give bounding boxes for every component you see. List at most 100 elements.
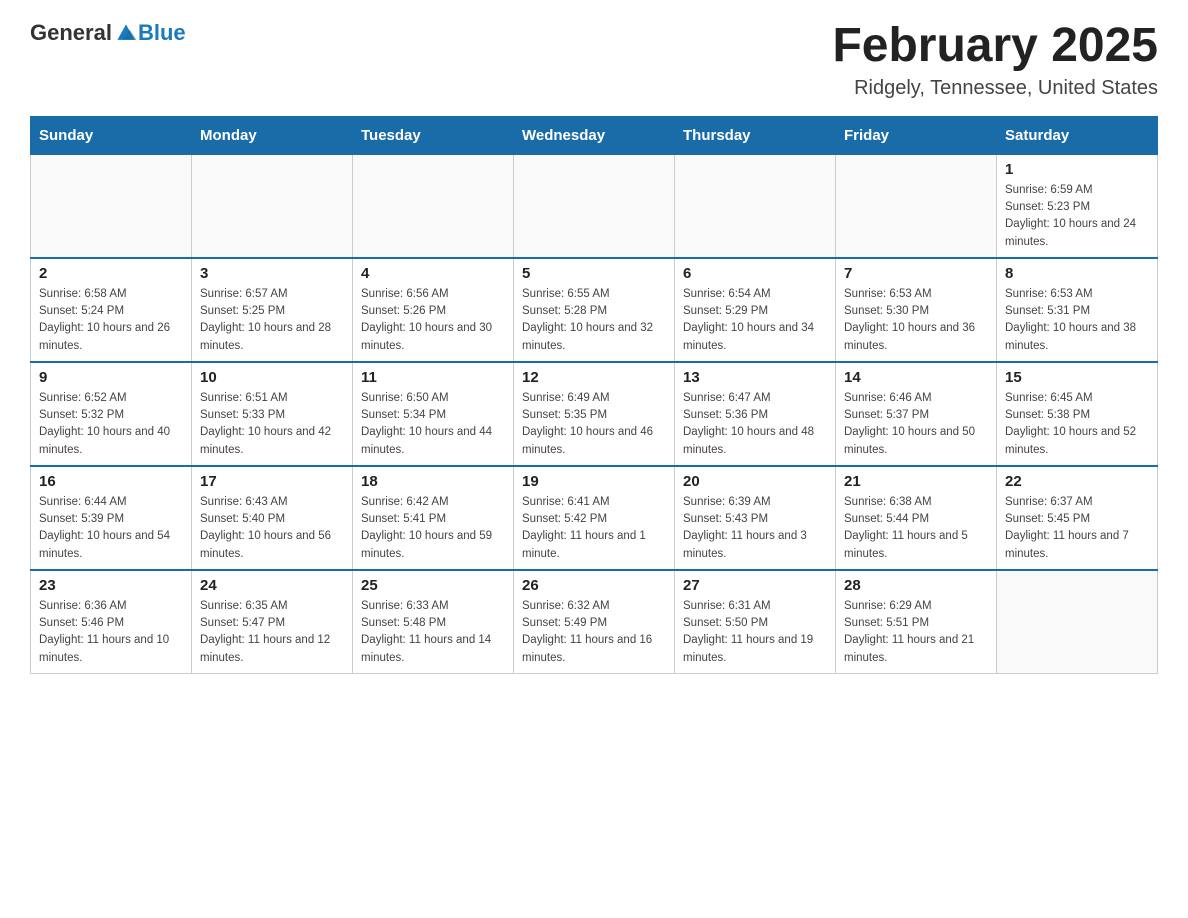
weekday-header-friday: Friday [836,116,997,154]
day-info: Sunrise: 6:46 AMSunset: 5:37 PMDaylight:… [844,390,988,459]
day-info: Sunrise: 6:44 AMSunset: 5:39 PMDaylight:… [39,494,183,563]
day-info: Sunrise: 6:54 AMSunset: 5:29 PMDaylight:… [683,286,827,355]
day-info: Sunrise: 6:52 AMSunset: 5:32 PMDaylight:… [39,390,183,459]
calendar-day-cell: 14 Sunrise: 6:46 AMSunset: 5:37 PMDayligh… [836,362,997,466]
day-info: Sunrise: 6:53 AMSunset: 5:31 PMDaylight:… [1005,286,1149,355]
day-info: Sunrise: 6:36 AMSunset: 5:46 PMDaylight:… [39,598,183,667]
calendar-day-cell: 10 Sunrise: 6:51 AMSunset: 5:33 PMDayligh… [192,362,353,466]
calendar-day-cell: 4 Sunrise: 6:56 AMSunset: 5:26 PMDaylight… [353,258,514,362]
calendar-day-cell: 18 Sunrise: 6:42 AMSunset: 5:41 PMDayligh… [353,466,514,570]
day-number: 11 [361,369,505,386]
day-info: Sunrise: 6:53 AMSunset: 5:30 PMDaylight:… [844,286,988,355]
calendar-week-row: 9 Sunrise: 6:52 AMSunset: 5:32 PMDaylight… [31,362,1158,466]
day-info: Sunrise: 6:50 AMSunset: 5:34 PMDaylight:… [361,390,505,459]
day-info: Sunrise: 6:39 AMSunset: 5:43 PMDaylight:… [683,494,827,563]
day-info: Sunrise: 6:59 AMSunset: 5:23 PMDaylight:… [1005,182,1149,251]
day-info: Sunrise: 6:43 AMSunset: 5:40 PMDaylight:… [200,494,344,563]
page-header: General Blue February 2025 Ridgely, Tenn… [30,20,1158,100]
calendar-day-cell: 2 Sunrise: 6:58 AMSunset: 5:24 PMDaylight… [31,258,192,362]
day-number: 5 [522,265,666,282]
day-number: 15 [1005,369,1149,386]
day-number: 4 [361,265,505,282]
day-number: 28 [844,577,988,594]
day-number: 14 [844,369,988,386]
logo-general-text: General [30,20,112,46]
day-number: 18 [361,473,505,490]
day-info: Sunrise: 6:42 AMSunset: 5:41 PMDaylight:… [361,494,505,563]
day-number: 1 [1005,161,1149,178]
calendar-day-cell [514,154,675,258]
calendar-day-cell: 21 Sunrise: 6:38 AMSunset: 5:44 PMDayligh… [836,466,997,570]
calendar-day-cell: 6 Sunrise: 6:54 AMSunset: 5:29 PMDaylight… [675,258,836,362]
day-number: 9 [39,369,183,386]
calendar-day-cell: 8Sunrise: 6:53 AMSunset: 5:31 PMDaylight… [997,258,1158,362]
day-info: Sunrise: 6:58 AMSunset: 5:24 PMDaylight:… [39,286,183,355]
day-info: Sunrise: 6:56 AMSunset: 5:26 PMDaylight:… [361,286,505,355]
day-number: 7 [844,265,988,282]
calendar-day-cell [675,154,836,258]
month-title: February 2025 [832,20,1158,73]
day-info: Sunrise: 6:57 AMSunset: 5:25 PMDaylight:… [200,286,344,355]
title-block: February 2025 Ridgely, Tennessee, United… [832,20,1158,100]
logo-blue-text: Blue [138,20,186,46]
calendar-day-cell: 7 Sunrise: 6:53 AMSunset: 5:30 PMDaylight… [836,258,997,362]
day-number: 21 [844,473,988,490]
weekday-header-wednesday: Wednesday [514,116,675,154]
calendar-day-cell: 25 Sunrise: 6:33 AMSunset: 5:48 PMDayligh… [353,570,514,674]
day-number: 19 [522,473,666,490]
day-info: Sunrise: 6:33 AMSunset: 5:48 PMDaylight:… [361,598,505,667]
calendar-day-cell [192,154,353,258]
weekday-header-monday: Monday [192,116,353,154]
calendar-day-cell: 13 Sunrise: 6:47 AMSunset: 5:36 PMDayligh… [675,362,836,466]
calendar-day-cell: 17Sunrise: 6:43 AMSunset: 5:40 PMDayligh… [192,466,353,570]
day-number: 2 [39,265,183,282]
calendar-day-cell: 5 Sunrise: 6:55 AMSunset: 5:28 PMDaylight… [514,258,675,362]
calendar-week-row: 2 Sunrise: 6:58 AMSunset: 5:24 PMDaylight… [31,258,1158,362]
day-number: 27 [683,577,827,594]
calendar-day-cell: 11 Sunrise: 6:50 AMSunset: 5:34 PMDayligh… [353,362,514,466]
day-info: Sunrise: 6:51 AMSunset: 5:33 PMDaylight:… [200,390,344,459]
calendar-table: SundayMondayTuesdayWednesdayThursdayFrid… [30,116,1158,674]
weekday-header-thursday: Thursday [675,116,836,154]
day-info: Sunrise: 6:38 AMSunset: 5:44 PMDaylight:… [844,494,988,563]
calendar-day-cell: 23 Sunrise: 6:36 AMSunset: 5:46 PMDayligh… [31,570,192,674]
calendar-day-cell: 19Sunrise: 6:41 AMSunset: 5:42 PMDayligh… [514,466,675,570]
day-info: Sunrise: 6:32 AMSunset: 5:49 PMDaylight:… [522,598,666,667]
weekday-header-sunday: Sunday [31,116,192,154]
day-number: 13 [683,369,827,386]
day-number: 3 [200,265,344,282]
weekday-header-tuesday: Tuesday [353,116,514,154]
day-info: Sunrise: 6:37 AMSunset: 5:45 PMDaylight:… [1005,494,1149,563]
calendar-day-cell: 1 Sunrise: 6:59 AMSunset: 5:23 PMDaylight… [997,154,1158,258]
day-number: 22 [1005,473,1149,490]
calendar-day-cell: 24 Sunrise: 6:35 AMSunset: 5:47 PMDayligh… [192,570,353,674]
location-title: Ridgely, Tennessee, United States [832,77,1158,100]
day-info: Sunrise: 6:35 AMSunset: 5:47 PMDaylight:… [200,598,344,667]
calendar-day-cell: 27Sunrise: 6:31 AMSunset: 5:50 PMDayligh… [675,570,836,674]
day-number: 10 [200,369,344,386]
calendar-week-row: 16 Sunrise: 6:44 AMSunset: 5:39 PMDayligh… [31,466,1158,570]
day-number: 23 [39,577,183,594]
day-info: Sunrise: 6:29 AMSunset: 5:51 PMDaylight:… [844,598,988,667]
calendar-day-cell: 3 Sunrise: 6:57 AMSunset: 5:25 PMDaylight… [192,258,353,362]
logo: General Blue [30,20,186,46]
day-number: 24 [200,577,344,594]
calendar-day-cell [353,154,514,258]
weekday-header-saturday: Saturday [997,116,1158,154]
calendar-day-cell: 28 Sunrise: 6:29 AMSunset: 5:51 PMDayligh… [836,570,997,674]
day-number: 25 [361,577,505,594]
calendar-day-cell: 12 Sunrise: 6:49 AMSunset: 5:35 PMDayligh… [514,362,675,466]
calendar-day-cell: 22 Sunrise: 6:37 AMSunset: 5:45 PMDayligh… [997,466,1158,570]
calendar-week-row: 23 Sunrise: 6:36 AMSunset: 5:46 PMDayligh… [31,570,1158,674]
calendar-day-cell: 20Sunrise: 6:39 AMSunset: 5:43 PMDayligh… [675,466,836,570]
logo-icon [114,21,138,45]
weekday-header-row: SundayMondayTuesdayWednesdayThursdayFrid… [31,116,1158,154]
calendar-week-row: 1 Sunrise: 6:59 AMSunset: 5:23 PMDaylight… [31,154,1158,258]
day-info: Sunrise: 6:55 AMSunset: 5:28 PMDaylight:… [522,286,666,355]
day-number: 12 [522,369,666,386]
day-number: 6 [683,265,827,282]
day-info: Sunrise: 6:47 AMSunset: 5:36 PMDaylight:… [683,390,827,459]
day-info: Sunrise: 6:49 AMSunset: 5:35 PMDaylight:… [522,390,666,459]
day-number: 26 [522,577,666,594]
day-number: 16 [39,473,183,490]
